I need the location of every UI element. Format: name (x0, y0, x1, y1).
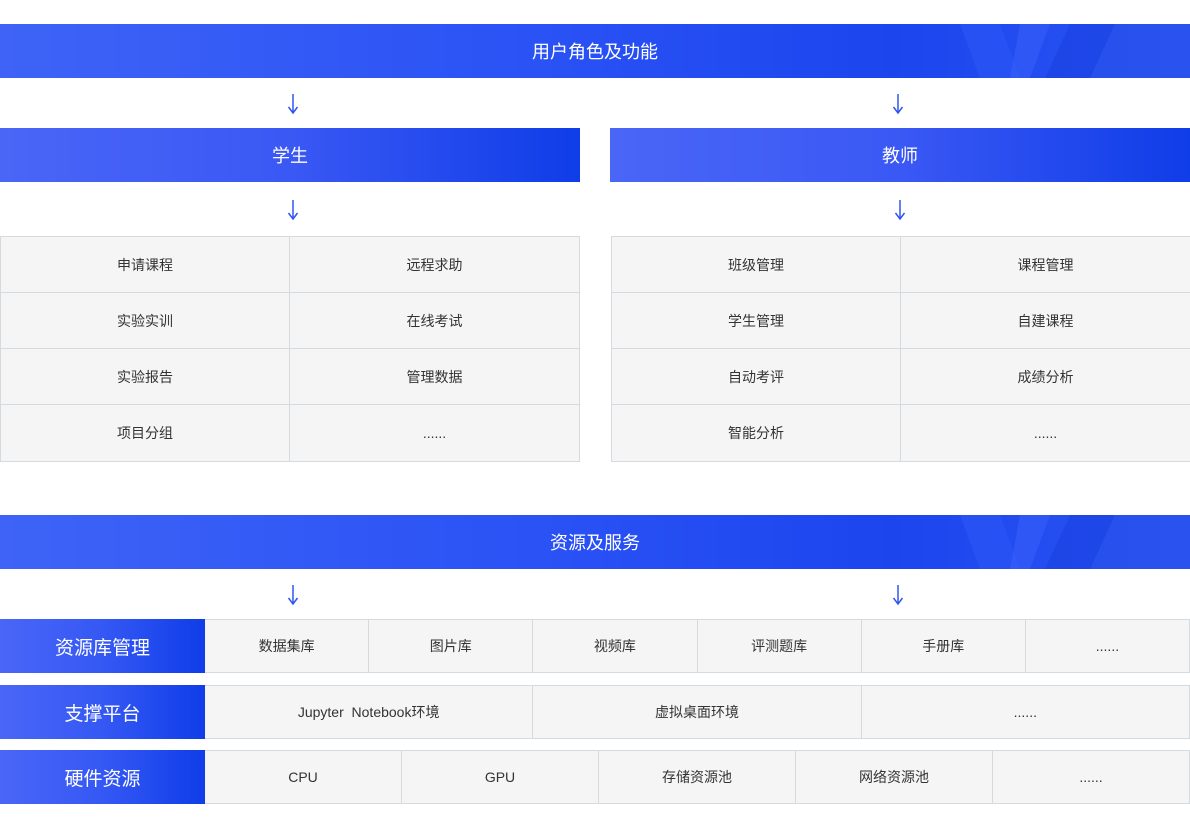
function-cell: 班级管理 (612, 237, 901, 293)
resource-item: Jupyter Notebook环境 (205, 686, 534, 738)
section-banner-roles: 用户角色及功能 (0, 24, 1190, 78)
arrow-down-icon (287, 93, 299, 115)
resource-item: 手册库 (862, 620, 1026, 672)
resource-item: 评测题库 (698, 620, 862, 672)
resource-item: 虚拟桌面环境 (533, 686, 862, 738)
role-title: 学生 (272, 146, 308, 166)
row-items: 数据集库 图片库 视频库 评测题库 手册库 ...... (205, 619, 1190, 673)
function-cell: 在线考试 (290, 293, 579, 349)
resource-item: ...... (1079, 769, 1103, 785)
function-cell: 学生管理 (612, 293, 901, 349)
function-cell: 实验实训 (1, 293, 290, 349)
function-cell: 自动考评 (612, 349, 901, 405)
row-label: 支撑平台 (0, 685, 205, 739)
resource-row-platform: 支撑平台 Jupyter Notebook环境 虚拟桌面环境 ...... (0, 685, 1190, 739)
function-cell: 管理数据 (290, 349, 579, 405)
banner-decoration (960, 24, 1190, 78)
resource-item: ...... (1013, 704, 1037, 720)
arrow-down-icon (287, 199, 299, 221)
resource-item: 数据集库 (205, 620, 370, 672)
resource-item: 网络资源池 (796, 751, 993, 803)
role-header-student: 学生 (0, 128, 580, 182)
function-cell: 实验报告 (1, 349, 290, 405)
function-cell: 课程管理 (901, 237, 1190, 293)
role-title: 教师 (882, 146, 918, 166)
section-banner-resources: 资源及服务 (0, 515, 1190, 569)
arrow-down-icon (287, 584, 299, 606)
function-cell: 智能分析 (612, 405, 901, 461)
row-label: 资源库管理 (0, 619, 205, 673)
student-function-table: 申请课程 远程求助 实验实训 在线考试 实验报告 管理数据 项目分组 .....… (0, 236, 580, 462)
resource-row-library: 资源库管理 数据集库 图片库 视频库 评测题库 手册库 ...... (0, 619, 1190, 673)
resource-item: CPU (205, 751, 402, 803)
function-cell: ...... (290, 405, 579, 461)
function-cell: 项目分组 (1, 405, 290, 461)
function-cell: ...... (901, 405, 1190, 461)
function-cell: 自建课程 (901, 293, 1190, 349)
resource-item: ...... (1095, 638, 1120, 654)
function-cell: 申请课程 (1, 237, 290, 293)
arrow-down-icon (894, 199, 906, 221)
teacher-function-table: 班级管理 课程管理 学生管理 自建课程 自动考评 成绩分析 智能分析 .....… (611, 236, 1190, 462)
row-items: CPU GPU 存储资源池 网络资源池 ...... (205, 750, 1190, 804)
resource-item: 视频库 (533, 620, 698, 672)
resource-item: GPU (402, 751, 599, 803)
resource-row-hardware: 硬件资源 CPU GPU 存储资源池 网络资源池 ...... (0, 750, 1190, 804)
role-header-teacher: 教师 (610, 128, 1190, 182)
section-title: 资源及服务 (550, 533, 640, 553)
function-cell: 成绩分析 (901, 349, 1190, 405)
resource-item: 存储资源池 (599, 751, 796, 803)
row-label: 硬件资源 (0, 750, 205, 804)
resource-item: 图片库 (369, 620, 534, 672)
function-cell: 远程求助 (290, 237, 579, 293)
row-items: Jupyter Notebook环境 虚拟桌面环境 ...... (205, 685, 1190, 739)
section-title: 用户角色及功能 (532, 42, 658, 62)
banner-decoration (960, 515, 1190, 569)
arrow-down-icon (892, 584, 904, 606)
arrow-down-icon (892, 93, 904, 115)
